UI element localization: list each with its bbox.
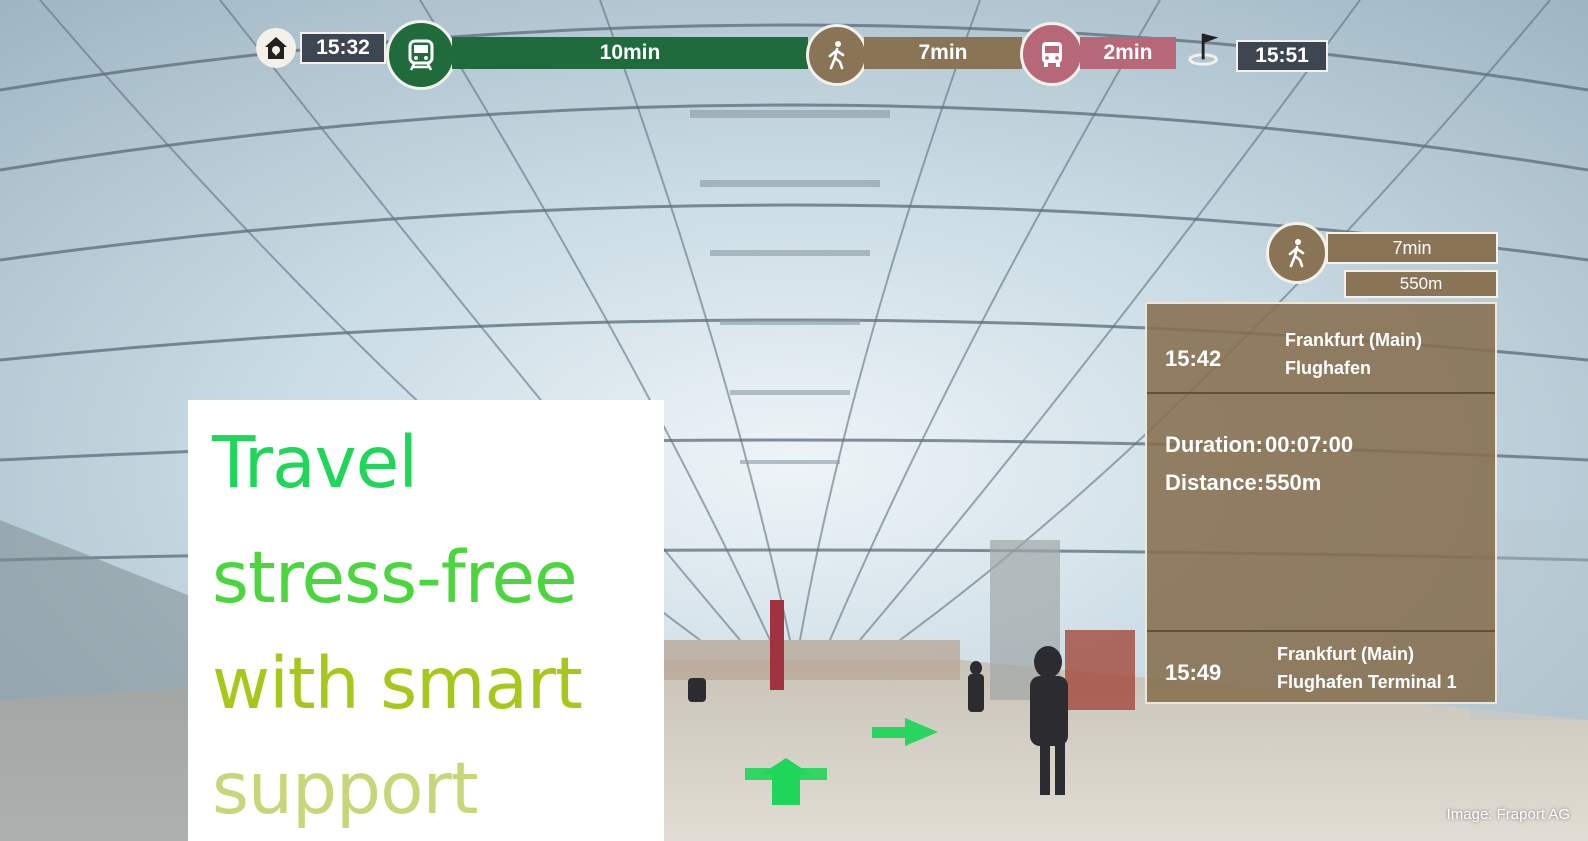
headline-line1: Travel: [212, 421, 418, 504]
walk-time-chip: 7min: [1326, 232, 1498, 264]
home-location-icon: [256, 28, 296, 68]
walk-segment: 7min: [864, 37, 1022, 69]
arrival-time: 15:49: [1165, 660, 1222, 685]
departure-station-line1: Frankfurt (Main): [1285, 330, 1422, 350]
headline-card: Travel stress-free with smart support: [188, 400, 664, 841]
bus-icon: [1020, 22, 1084, 86]
start-time: 15:32: [300, 32, 386, 64]
departure-time: 15:42: [1165, 346, 1222, 371]
route-details-card: 15:42 Frankfurt (Main) Flughafen Duratio…: [1145, 302, 1497, 704]
headline-line2: stress-free: [212, 536, 578, 619]
walk-distance-chip: 550m: [1344, 270, 1498, 298]
duration-value: 00:07:00: [1265, 432, 1354, 457]
headline-line4: support: [212, 747, 479, 830]
arrival-station-line1: Frankfurt (Main): [1277, 644, 1414, 664]
train-icon: [386, 20, 456, 90]
walk-icon: [806, 24, 868, 86]
train-segment: 10min: [452, 37, 808, 69]
walk-icon: [1266, 222, 1328, 284]
departure-station-line2: Flughafen: [1285, 358, 1371, 378]
image-credit: Image: Fraport AG: [1446, 806, 1570, 823]
end-time: 15:51: [1236, 40, 1328, 72]
arrival-station-line2: Flughafen Terminal 1: [1277, 672, 1457, 692]
bus-segment: 2min: [1080, 37, 1176, 69]
finish-flag-icon: [1186, 28, 1226, 68]
duration-label: Duration:: [1165, 432, 1263, 457]
distance-value: 550m: [1265, 470, 1322, 495]
headline-line3: with smart: [212, 642, 583, 725]
distance-label: Distance:: [1165, 470, 1265, 495]
